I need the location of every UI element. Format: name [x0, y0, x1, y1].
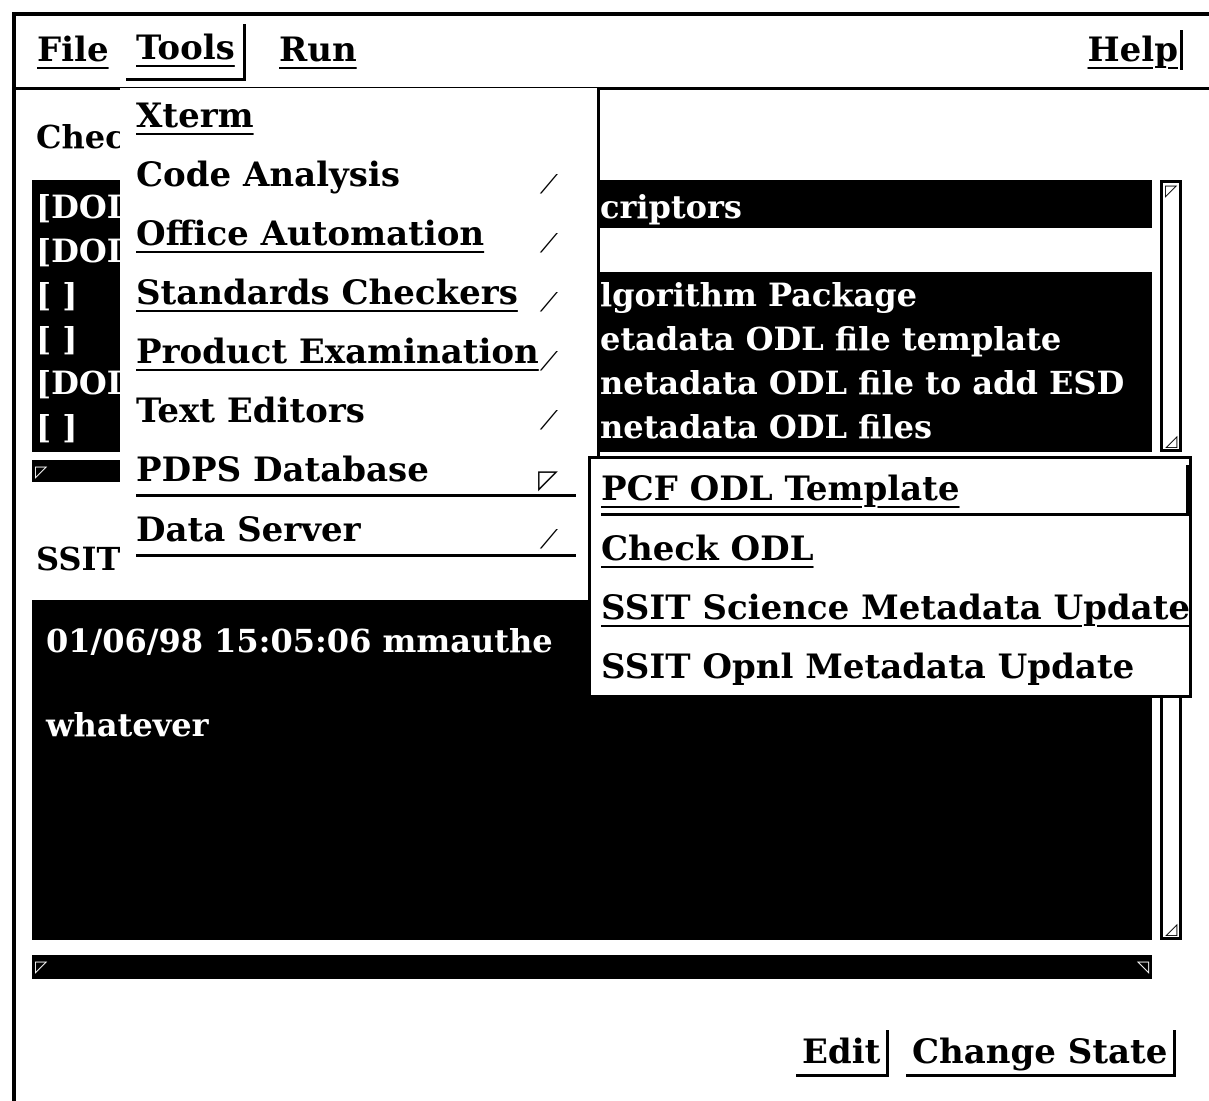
checklist-label: Chec	[36, 118, 125, 156]
checklist-row-status: [ ]	[36, 408, 78, 446]
menu-item-text-editors[interactable]: Text Editors ⟋	[136, 387, 576, 436]
menu-item-label: Xterm	[136, 96, 254, 136]
checklist-row-text: netadata ODL file to add ESD	[600, 364, 1125, 402]
cascade-arrow-icon: ⟋	[539, 406, 558, 436]
scroll-right-arrow-icon[interactable]: ◹	[1137, 959, 1149, 975]
cascade-arrow-icon: ⟋	[539, 347, 558, 377]
menu-item-label: Code Analysis	[136, 155, 400, 195]
checklist-row[interactable]: [DOI	[36, 362, 122, 404]
cascade-arrow-icon: ⟋	[539, 525, 558, 555]
menu-item-data-server[interactable]: Data Server ⟋	[136, 506, 576, 557]
menu-file[interactable]: File	[37, 30, 109, 70]
checklist-row[interactable]: [ ]	[36, 318, 77, 360]
scroll-left-arrow-icon[interactable]: ◸	[35, 464, 47, 480]
submenu-item-pcf-odl-template[interactable]: PCF ODL Template	[601, 465, 1189, 516]
checklist-row[interactable]: [DOI	[36, 186, 122, 228]
checklist-row-text: etadata ODL file template	[600, 320, 1062, 358]
menu-help[interactable]: Help	[1088, 30, 1183, 70]
menu-item-xterm[interactable]: Xterm	[136, 92, 576, 140]
checklist-row-status: [ ]	[36, 276, 78, 314]
menu-item-office-automation[interactable]: Office Automation ⟋	[136, 210, 576, 259]
scroll-up-arrow-icon[interactable]: ◸	[1165, 183, 1177, 199]
pdps-database-submenu: PCF ODL Template Check ODL SSIT Science …	[588, 456, 1192, 698]
cascade-arrow-icon: ⟋	[539, 288, 558, 318]
checklist-row-status: [ ]	[36, 320, 78, 358]
menu-item-label: Product Examination	[136, 332, 539, 372]
log-horizontal-scrollbar[interactable]: ◸ ◹	[32, 955, 1152, 979]
checklist-row-text: netadata ODL files	[600, 408, 932, 446]
submenu-item-ssit-science-metadata-update[interactable]: SSIT Science Metadata Update	[601, 584, 1190, 632]
menu-tools[interactable]: Tools	[126, 24, 246, 81]
cascade-arrow-icon: ⟋	[539, 170, 558, 200]
checklist-row-text: criptors	[600, 188, 742, 226]
checklist-horizontal-scrollbar[interactable]: ◸	[32, 460, 132, 482]
scroll-down-arrow-icon[interactable]: ◿	[1165, 921, 1177, 937]
checklist-vertical-scrollbar[interactable]: ◸ ◿	[1160, 180, 1182, 452]
menu-item-label: Data Server	[136, 510, 361, 550]
log-line: whatever	[46, 706, 209, 744]
menu-item-code-analysis[interactable]: Code Analysis ⟋	[136, 151, 576, 200]
submenu-item-check-odl[interactable]: Check ODL	[601, 525, 814, 573]
log-label: SSIT	[36, 540, 121, 578]
menu-run[interactable]: Run	[279, 30, 357, 70]
log-line: 01/06/98 15:05:06 mmauthe	[46, 622, 553, 660]
checklist-row[interactable]: [DOI	[36, 230, 122, 272]
menu-item-pdps-database[interactable]: PDPS Database ◸	[136, 446, 576, 497]
cascade-arrow-icon: ⟋	[539, 229, 558, 259]
menu-item-label: Standards Checkers	[136, 273, 518, 313]
tools-dropdown-menu: Xterm Code Analysis ⟋ Office Automation ⟋ …	[120, 88, 600, 570]
checklist-row[interactable]: [ ]	[36, 406, 77, 448]
checklist-row-status: [DOI	[36, 232, 122, 270]
change-state-button[interactable]: Change State	[906, 1030, 1177, 1077]
checklist-row-gap	[598, 228, 1152, 272]
checklist-row[interactable]: [ ]	[36, 274, 77, 316]
menu-item-label: PDPS Database	[136, 450, 429, 490]
cascade-open-arrow-icon: ◸	[538, 465, 558, 495]
menu-item-product-examination[interactable]: Product Examination ⟋	[136, 328, 576, 377]
menu-bar: File Tools Run Help	[16, 16, 1209, 90]
checklist-row-status: [DOI	[36, 188, 122, 226]
menu-item-label: Text Editors	[136, 391, 365, 431]
edit-button[interactable]: Edit	[796, 1030, 890, 1077]
scroll-left-arrow-icon[interactable]: ◸	[35, 959, 47, 975]
scroll-down-arrow-icon[interactable]: ◿	[1165, 433, 1177, 449]
checklist-row-status: [DOI	[36, 364, 122, 402]
menu-item-label: Office Automation	[136, 214, 485, 254]
checklist-row-text: lgorithm Package	[600, 276, 917, 314]
submenu-item-ssit-opnl-metadata-update[interactable]: SSIT Opnl Metadata Update	[601, 643, 1134, 691]
menu-item-standards-checkers[interactable]: Standards Checkers ⟋	[136, 269, 576, 318]
